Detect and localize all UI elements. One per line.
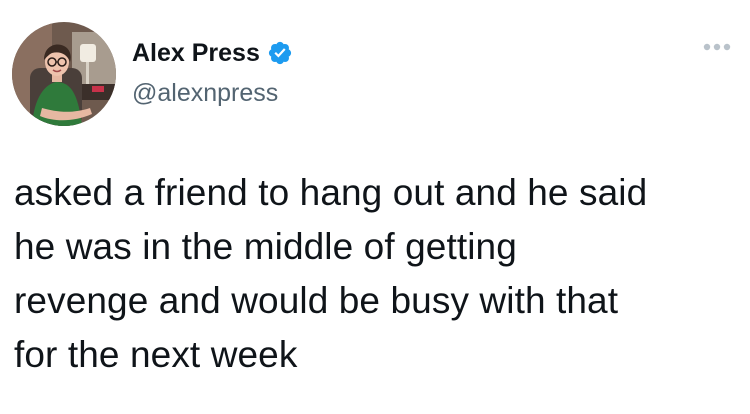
verified-badge-icon <box>267 40 293 66</box>
more-options-button[interactable] <box>702 40 732 54</box>
author-handle[interactable]: @alexnpress <box>132 78 278 108</box>
avatar-photo <box>12 22 116 126</box>
tweet-card: Alex Press @alexnpress asked a friend to… <box>0 0 750 414</box>
display-name[interactable]: Alex Press <box>132 38 260 68</box>
author-name-row: Alex Press <box>132 38 293 68</box>
tweet-text: asked a friend to hang out and he said h… <box>14 172 648 375</box>
avatar[interactable] <box>12 22 116 126</box>
ellipsis-icon <box>703 43 731 51</box>
